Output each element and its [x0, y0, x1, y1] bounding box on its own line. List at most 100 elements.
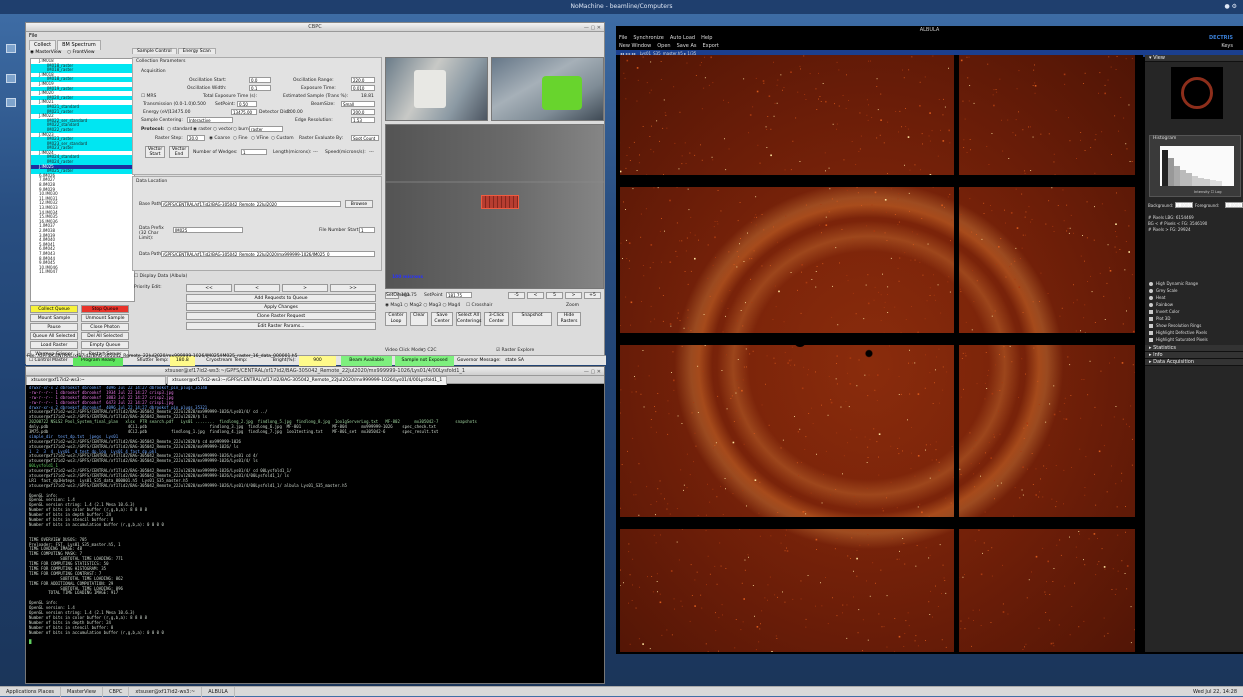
statistics-header[interactable]: ▸ Statistics — [1145, 345, 1243, 352]
display-data-checkbox[interactable]: ☐ Display Data (Albula) — [134, 274, 187, 279]
left-action-button[interactable]: Close Photon Shutter — [81, 323, 129, 331]
radio-masterview[interactable]: ◉ MasterView — [30, 50, 61, 55]
data-acquisition-header[interactable]: ▸ Data Acquisition — [1145, 359, 1243, 366]
diffraction-image[interactable] — [616, 55, 1143, 652]
display-option[interactable]: Highlight Defective Pixels — [1145, 329, 1243, 336]
sample-centering-select[interactable]: Interactive — [187, 117, 233, 123]
menu-new-window[interactable]: New Window — [619, 43, 651, 49]
desktop-icon[interactable] — [6, 98, 16, 107]
omega-step-button[interactable]: < — [527, 292, 544, 299]
left-action-button[interactable]: Del All Selected — [81, 332, 129, 340]
video-action-button[interactable]: Select All Centerings — [456, 312, 481, 326]
display-option[interactable]: High Dynamic Range — [1145, 280, 1243, 287]
protocol-radio-vector[interactable]: ○ vector — [213, 127, 233, 132]
sample-camera-2[interactable] — [491, 57, 604, 121]
raster-eval-select[interactable]: Spot Count — [351, 135, 379, 141]
foreground-field[interactable]: 9.0000 — [1225, 202, 1243, 208]
set-omega-button[interactable]: SetOmega — [385, 292, 399, 299]
osc-range-field[interactable]: 220.0 — [351, 77, 375, 83]
edge-res-field[interactable]: 1.53 — [351, 117, 375, 123]
browse-button[interactable]: Browse — [345, 200, 373, 208]
osc-width-field[interactable]: 0.1 — [249, 85, 271, 91]
albula-titlebar[interactable]: ALBULA — [616, 26, 1243, 34]
omega-step-button[interactable]: 5 — [546, 292, 563, 299]
display-option[interactable]: Grey Scale — [1145, 287, 1243, 294]
raster-coarse[interactable]: ◉ Coarse — [209, 136, 230, 141]
window-buttons[interactable]: — ▢ ✕ — [584, 368, 601, 377]
menu-help[interactable]: Help — [701, 35, 712, 41]
menu-auto-load[interactable]: Auto Load — [670, 35, 695, 41]
raster-step-field[interactable]: 20.0 — [187, 135, 205, 141]
priority-button[interactable]: < — [234, 284, 280, 292]
base-path-field[interactable]: /GPFS/CENTRAL/xf17id2/BAG-305042_Remote_… — [161, 201, 341, 207]
window-buttons[interactable]: — ▢ ✕ — [584, 24, 601, 33]
raster-grid-overlay[interactable] — [481, 195, 519, 209]
tree-item[interactable]: 11.IM047 — [31, 270, 134, 275]
left-action-button[interactable]: Mount Sample — [30, 314, 78, 322]
osc-start-field[interactable]: 0.0 — [249, 77, 271, 83]
omega-step-button[interactable]: +5 — [584, 292, 601, 299]
raster-vfine[interactable]: ○ VFine — [251, 136, 269, 141]
clone-raster-button[interactable]: Clone Raster Request — [186, 312, 376, 320]
crosshair-checkbox[interactable]: ☐ Crosshair — [466, 303, 493, 308]
protocol-radio-raster[interactable]: ◉ raster — [193, 127, 212, 132]
omega-setpoint-field[interactable]: 181.75 — [446, 292, 472, 298]
video-action-button[interactable]: Center Loop — [385, 312, 407, 326]
sample-video-view[interactable]: 100 microns — [385, 124, 604, 289]
terminal-tab-1[interactable]: xtsuser@xf17id2-ws3:~ — [26, 376, 166, 385]
sample-tree[interactable]: J.IM018IM018_rasterIM018_rasterJ.IM018IM… — [30, 58, 135, 302]
view-thumbnail[interactable] — [1171, 67, 1223, 119]
video-action-button[interactable]: Snapshot — [512, 312, 552, 326]
protocol-radio-burn[interactable]: ○ burn — [233, 127, 249, 132]
desktop-icon[interactable] — [6, 44, 16, 53]
mag-radios[interactable]: ◉ Mag1 ○ Mag2 ○ Mag3 ○ Mag4 — [385, 303, 460, 308]
beamsize-select[interactable]: Small — [341, 101, 375, 107]
menu-file[interactable]: File — [26, 32, 604, 40]
menu-open[interactable]: Open — [657, 43, 670, 49]
priority-button[interactable]: << — [186, 284, 232, 292]
vector-start-button[interactable]: Vector Start — [145, 146, 165, 158]
video-action-button[interactable]: 3-Click Center — [484, 312, 509, 326]
protocol-radio-standard[interactable]: ○ standard — [167, 127, 192, 132]
priority-button[interactable]: > — [282, 284, 328, 292]
left-action-button[interactable]: Stop Queue — [81, 305, 129, 313]
control-window-titlebar[interactable]: CBPC — ▢ ✕ — [26, 23, 604, 32]
menu-export[interactable]: Export — [702, 43, 718, 49]
left-action-button[interactable]: Empty Queue — [81, 341, 129, 349]
info-header[interactable]: ▸ Info — [1145, 352, 1243, 359]
terminal-output[interactable]: drwxr-xr-x 2 dbrooksf dbrooksf 4096 Jul … — [29, 386, 603, 682]
raster-fine[interactable]: ○ Fine — [233, 136, 248, 141]
tab-bm-spectrum[interactable]: BM Spectrum — [57, 40, 101, 50]
mrs-checkbox[interactable]: ☐ MRS — [141, 94, 156, 99]
apply-changes-button[interactable]: Apply Changes — [186, 303, 376, 311]
energy-setpoint-field[interactable]: 13475.00 — [231, 109, 257, 115]
menu-synchronize[interactable]: Synchronize — [633, 35, 663, 41]
edit-raster-params-button[interactable]: Edit Raster Params... — [186, 322, 376, 330]
menu-file[interactable]: File — [619, 35, 627, 41]
omega-step-button[interactable]: > — [565, 292, 582, 299]
display-option[interactable]: Highlight Saturated Pixels — [1145, 336, 1243, 343]
tab-energy-scan[interactable]: Energy Scan — [178, 48, 216, 54]
data-prefix-field[interactable]: IM025 — [173, 227, 243, 233]
setpoint-field[interactable]: 0.50 — [237, 101, 257, 107]
display-option[interactable]: Rainbow — [1145, 301, 1243, 308]
click-mode-radio[interactable]: ○ C2C — [422, 348, 437, 353]
background-field[interactable]: 1.0000 — [1175, 202, 1193, 208]
display-option[interactable]: Plot 3D — [1145, 315, 1243, 322]
display-option[interactable]: Invert Color — [1145, 308, 1243, 315]
terminal-titlebar[interactable]: xtsuser@xf17id2-ws3:~/GPFS/CENTRAL/xf17i… — [26, 367, 604, 376]
display-option[interactable]: Show Resolution Rings — [1145, 322, 1243, 329]
left-action-button[interactable]: Unmount Sample — [81, 314, 129, 322]
data-path-field[interactable]: /GPFS/CENTRAL/xf17id2/BAG-305042_Remote_… — [161, 251, 375, 257]
tab-sample-control[interactable]: Sample Control — [132, 48, 177, 54]
top-bar-controls[interactable]: ● ⚙ — [1224, 0, 1237, 14]
video-action-button[interactable]: Clear — [410, 312, 428, 326]
sample-camera-1[interactable] — [385, 57, 488, 121]
exposure-field[interactable]: 0.010 — [351, 85, 375, 91]
omega-step-button[interactable]: -5 — [508, 292, 525, 299]
protocol-select[interactable]: raster — [249, 126, 283, 132]
terminal-tab-2[interactable]: xtsuser@xf17id2-ws3:~/GPFS/CENTRAL/xf17i… — [167, 376, 447, 385]
vector-end-button[interactable]: Vector End — [169, 146, 189, 158]
num-wedges-field[interactable]: 1 — [241, 149, 267, 155]
add-requests-button[interactable]: Add Requests to Queue — [186, 294, 376, 302]
